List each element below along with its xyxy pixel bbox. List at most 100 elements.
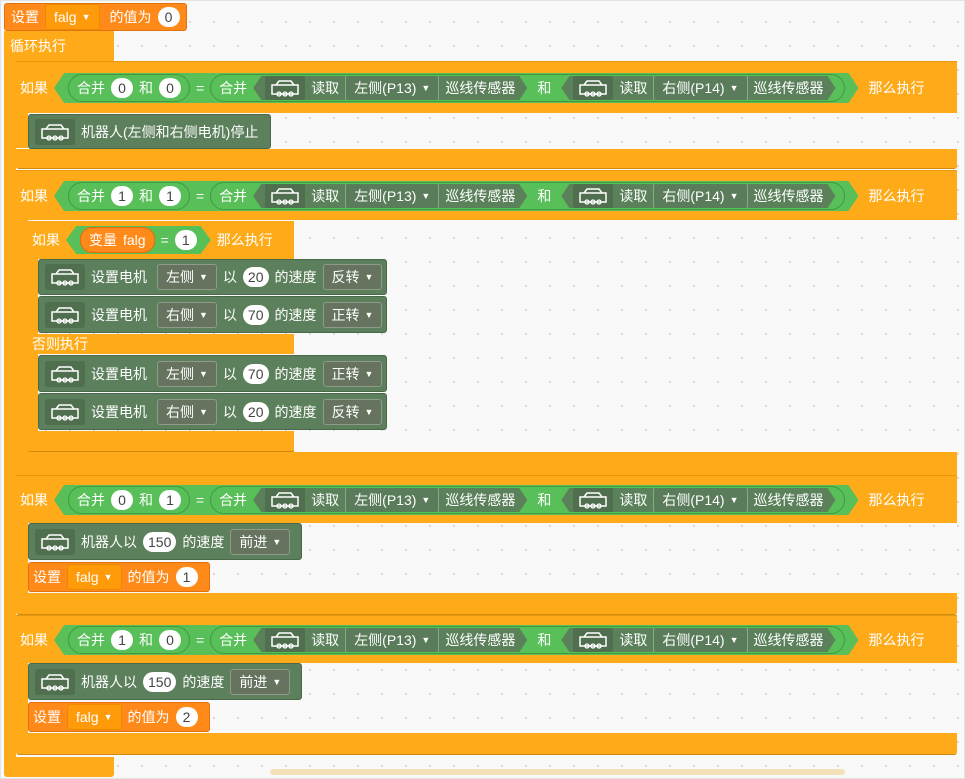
if-block-2[interactable]: 如果 合并 1 和 1 = 合并 读取 左侧(P13) ▼ 巡线传感器 和 读取 右侧(P14… (16, 170, 957, 220)
sensor-label: 巡线传感器 (753, 80, 824, 96)
sensor-dropdown-left[interactable]: 左侧(P13) ▼ (345, 183, 439, 209)
robot-stop-block[interactable]: 机器人(左侧和右侧电机)停止 (28, 114, 271, 149)
right-sensor-read-block[interactable]: 读取 右侧(P14) ▼ 巡线传感器 (561, 184, 835, 208)
join-sensors-block[interactable]: 合并 读取 左侧(P13) ▼ 巡线传感器 和 读取 右侧(P14) ▼ 巡线传感器 (210, 486, 844, 514)
join-sensors-block[interactable]: 合并 读取 左侧(P13) ▼ 巡线传感器 和 读取 右侧(P14) ▼ 巡线传感器 (210, 74, 844, 102)
direction-value: 反转 (331, 269, 360, 285)
set-motor-block[interactable]: 设置电机 左侧 ▼ 以 20 的速度 反转 ▼ (38, 259, 387, 295)
forever-loop-label: 循环执行 (10, 38, 66, 54)
sensor-dropdown-left[interactable]: 左侧(P13) ▼ (345, 627, 439, 653)
caret-down-icon: ▼ (729, 191, 739, 201)
and-label: 和 (139, 80, 153, 96)
variable-equals-condition[interactable]: 变量 falg = 1 (66, 226, 211, 254)
speed-input[interactable]: 70 (242, 304, 269, 325)
join-block[interactable]: 合并 1 和 1 (68, 182, 190, 210)
equals-condition[interactable]: 合并 0 和 1 = 合并 读取 左侧(P13) ▼ 巡线传感器 和 读取 右侧(P14) ▼ 巡… (54, 485, 859, 515)
horizontal-scrollbar[interactable] (270, 769, 845, 775)
blocks-workspace[interactable]: 设置 falg ▼ 的值为 0 循环执行 如果 合并 0 和 0 = 合并 读取 左侧(P… (0, 0, 965, 779)
robot-move-block[interactable]: 机器人以 150 的速度 前进 ▼ (28, 663, 302, 700)
variable-dropdown[interactable]: falg ▼ (67, 704, 122, 730)
compare-value-input[interactable]: 1 (175, 230, 197, 250)
speed-input[interactable]: 150 (143, 531, 177, 552)
motor-side-dropdown[interactable]: 左侧 ▼ (157, 264, 217, 290)
speed-input[interactable]: 20 (242, 267, 269, 287)
set-label: 设置 (33, 569, 61, 585)
left-sensor-read-block[interactable]: 读取 左侧(P13) ▼ 巡线传感器 (253, 76, 527, 100)
variable-dropdown[interactable]: falg ▼ (67, 564, 122, 590)
set-variable-block[interactable]: 设置 falg ▼ 的值为 0 (4, 3, 187, 31)
direction-dropdown[interactable]: 反转 ▼ (322, 264, 383, 290)
right-sensor-read-block[interactable]: 读取 右侧(P14) ▼ 巡线传感器 (561, 628, 835, 652)
left-sensor-read-block[interactable]: 读取 左侧(P13) ▼ 巡线传感器 (253, 488, 527, 512)
speed-input[interactable]: 20 (242, 401, 269, 422)
join-value-b[interactable]: 0 (159, 78, 181, 98)
forever-loop-header[interactable]: 循环执行 (4, 31, 114, 61)
set-motor-block[interactable]: 设置电机 右侧 ▼ 以 70 的速度 正转 ▼ (38, 296, 387, 333)
left-sensor-read-block[interactable]: 读取 左侧(P13) ▼ 巡线传感器 (253, 184, 527, 208)
join-value-b[interactable]: 1 (159, 186, 181, 206)
if-else-block[interactable]: 如果 变量 falg = 1 那么执行 (28, 221, 294, 259)
speed-input[interactable]: 70 (242, 363, 269, 384)
car-icon (35, 528, 75, 555)
right-sensor-read-block[interactable]: 读取 右侧(P14) ▼ 巡线传感器 (561, 76, 835, 100)
join-value-a[interactable]: 0 (111, 78, 133, 98)
join-block[interactable]: 合并 1 和 0 (68, 626, 190, 654)
join-block[interactable]: 合并 0 和 1 (68, 486, 190, 514)
motor-side-dropdown[interactable]: 右侧 ▼ (157, 301, 217, 328)
if-block-1[interactable]: 如果 合并 0 和 0 = 合并 读取 左侧(P13) ▼ 巡线传感器 和 读取 右侧(P14… (16, 61, 957, 113)
if-block-3[interactable]: 如果 合并 0 和 1 = 合并 读取 左侧(P13) ▼ 巡线传感器 和 读取 右侧(P14… (16, 475, 957, 523)
motor-side-value: 右侧 (166, 306, 194, 323)
join-block[interactable]: 合并 0 和 0 (68, 74, 190, 102)
value-input[interactable]: 0 (157, 7, 180, 27)
set-variable-block[interactable]: 设置 falg ▼ 的值为 2 (28, 702, 210, 732)
sensor-dropdown-right[interactable]: 右侧(P14) ▼ (653, 487, 747, 513)
join-sensors-block[interactable]: 合并 读取 左侧(P13) ▼ 巡线传感器 和 读取 右侧(P14) ▼ 巡线传感器 (210, 626, 844, 654)
join-value-a[interactable]: 0 (111, 490, 133, 510)
sensor-dropdown-left[interactable]: 左侧(P13) ▼ (345, 75, 439, 101)
join-value-a[interactable]: 1 (111, 630, 133, 650)
motor-side-dropdown[interactable]: 左侧 ▼ (157, 360, 217, 387)
sensor-dropdown-right[interactable]: 右侧(P14) ▼ (653, 627, 747, 653)
join-value-b[interactable]: 1 (159, 490, 181, 510)
set-motor-block[interactable]: 设置电机 左侧 ▼ 以 70 的速度 正转 ▼ (38, 355, 387, 392)
variable-dropdown[interactable]: falg ▼ (45, 4, 100, 30)
direction-dropdown[interactable]: 前进 ▼ (230, 668, 291, 695)
speed-suffix: 的速度 (274, 269, 317, 285)
robot-move-block[interactable]: 机器人以 150 的速度 前进 ▼ (28, 523, 302, 560)
value-input[interactable]: 1 (175, 567, 198, 587)
value-suffix: 的值为 (127, 569, 170, 585)
join-value-b[interactable]: 0 (159, 630, 181, 650)
variable-reporter[interactable]: 变量 falg (80, 227, 155, 253)
speed-input[interactable]: 150 (143, 671, 177, 692)
join-label: 合并 (77, 188, 105, 204)
direction-dropdown[interactable]: 正转 ▼ (322, 301, 383, 328)
sensor-label: 巡线传感器 (445, 80, 516, 96)
equals-condition[interactable]: 合并 1 和 1 = 合并 读取 左侧(P13) ▼ 巡线传感器 和 读取 右侧(P14) ▼ 巡… (54, 181, 859, 211)
join-value-a[interactable]: 1 (111, 186, 133, 206)
motor-side-dropdown[interactable]: 右侧 ▼ (157, 398, 217, 425)
sensor-label: 巡线传感器 (445, 188, 516, 204)
equals-condition[interactable]: 合并 0 和 0 = 合并 读取 左侧(P13) ▼ 巡线传感器 和 读取 右侧(P14) ▼ 巡… (54, 73, 859, 103)
caret-down-icon: ▼ (421, 191, 431, 201)
set-variable-block[interactable]: 设置 falg ▼ 的值为 1 (28, 562, 210, 592)
sensor-dropdown-right[interactable]: 右侧(P14) ▼ (653, 75, 747, 101)
sensor-left-value: 左侧(P13) (354, 492, 417, 508)
equals-condition[interactable]: 合并 1 和 0 = 合并 读取 左侧(P13) ▼ 巡线传感器 和 读取 右侧(P14) ▼ 巡… (54, 625, 859, 655)
variable-prefix: 变量 (89, 232, 117, 248)
direction-dropdown[interactable]: 反转 ▼ (322, 398, 383, 425)
left-sensor-read-block[interactable]: 读取 左侧(P13) ▼ 巡线传感器 (253, 628, 527, 652)
value-input[interactable]: 2 (175, 707, 198, 727)
right-sensor-read-block[interactable]: 读取 右侧(P14) ▼ 巡线传感器 (561, 488, 835, 512)
direction-dropdown[interactable]: 前进 ▼ (230, 528, 291, 555)
sensor-dropdown-left[interactable]: 左侧(P13) ▼ (345, 487, 439, 513)
direction-dropdown[interactable]: 正转 ▼ (322, 360, 383, 387)
car-icon (35, 668, 75, 695)
sensor-dropdown-right[interactable]: 右侧(P14) ▼ (653, 183, 747, 209)
if-block-4[interactable]: 如果 合并 1 和 0 = 合并 读取 左侧(P13) ▼ 巡线传感器 和 读取 右侧(P14… (16, 615, 957, 663)
direction-value: 前进 (239, 673, 268, 690)
read-label: 读取 (619, 188, 648, 204)
direction-value: 正转 (331, 365, 360, 382)
motor-side-value: 右侧 (166, 403, 194, 420)
set-motor-block[interactable]: 设置电机 右侧 ▼ 以 20 的速度 反转 ▼ (38, 393, 387, 430)
join-sensors-block[interactable]: 合并 读取 左侧(P13) ▼ 巡线传感器 和 读取 右侧(P14) ▼ 巡线传感器 (210, 182, 844, 210)
